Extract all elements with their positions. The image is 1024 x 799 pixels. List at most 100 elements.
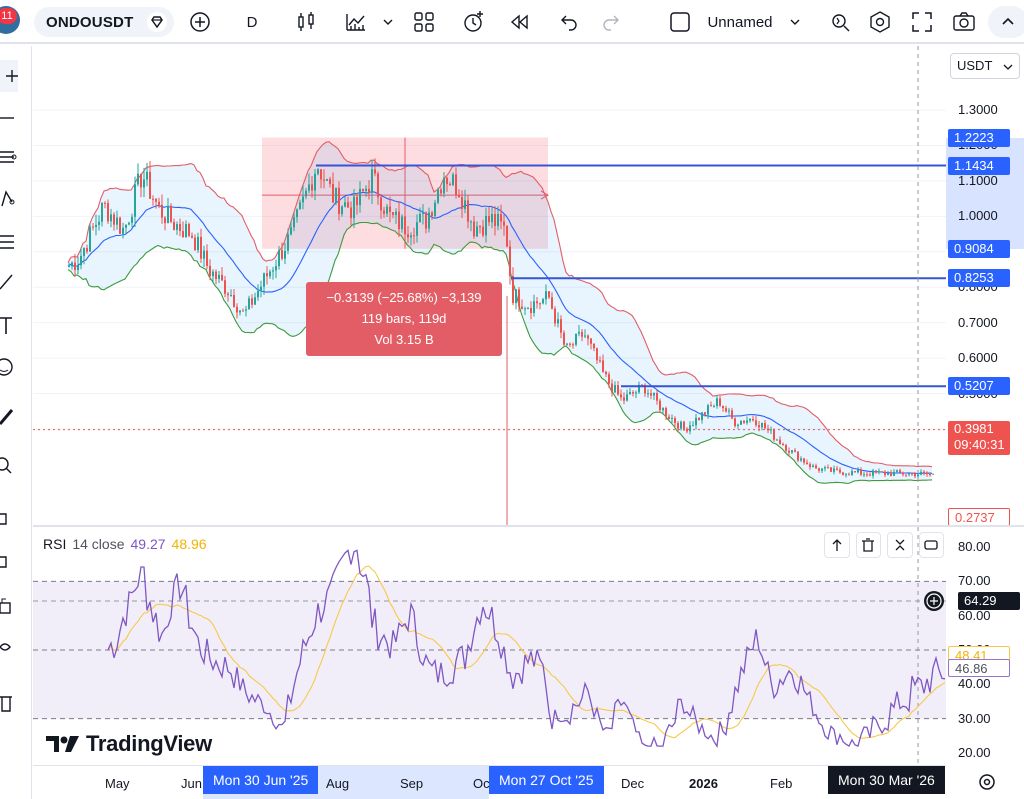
delete-pane-icon[interactable] [855, 532, 881, 558]
candle-body [563, 332, 565, 345]
candle-body [80, 255, 82, 266]
layout-checkbox-icon[interactable] [668, 8, 692, 36]
candle-body [818, 468, 820, 471]
candle-body [257, 290, 259, 298]
drawing-toolbar [0, 46, 32, 799]
candle-body [587, 335, 589, 339]
collapse-chevron-icon[interactable] [988, 6, 1024, 38]
candle-body [449, 184, 451, 186]
maximize-pane-icon[interactable] [918, 532, 944, 558]
rsi-canvas[interactable] [33, 527, 946, 765]
candle-body [689, 425, 691, 432]
candle-body [485, 215, 487, 236]
candle-body [848, 474, 850, 476]
stay-drawing-icon[interactable] [0, 551, 20, 573]
trash-tool-icon[interactable] [0, 691, 20, 713]
hide-tool-icon[interactable] [0, 636, 20, 658]
candle-body [770, 429, 772, 431]
candle-body [497, 214, 499, 227]
candle-body [839, 469, 841, 473]
candle-body [95, 224, 97, 227]
candle-body [512, 275, 514, 304]
pattern-tool-icon[interactable] [0, 188, 20, 210]
candle-body [398, 211, 400, 230]
candle-body [758, 425, 760, 428]
add-symbol-icon[interactable] [186, 8, 214, 36]
candle-body [890, 472, 892, 476]
quick-search-icon[interactable] [826, 8, 854, 36]
indicators-icon[interactable] [342, 8, 370, 36]
candle-body [380, 197, 382, 211]
gear-icon[interactable] [975, 770, 999, 794]
price-axis[interactable]: 1.30001.20001.10001.00000.90000.80000.70… [946, 46, 1024, 526]
rsi-tick: 80.00 [958, 539, 991, 554]
crosshair-tool-icon[interactable] [0, 60, 18, 92]
tv-logo-icon [46, 736, 79, 752]
candle-body [275, 266, 277, 271]
candle-body [104, 202, 106, 204]
fullscreen-icon[interactable] [908, 8, 936, 36]
candle-body [260, 286, 262, 291]
emoji-tool-icon[interactable] [0, 356, 20, 378]
candle-body [503, 221, 505, 226]
move-pane-up-icon[interactable] [824, 532, 850, 558]
time-label: Mon 27 Oct '25 [489, 766, 604, 794]
candle-body [206, 250, 208, 266]
replay-icon[interactable] [505, 8, 533, 36]
candle-body [215, 271, 217, 279]
candle-body [293, 217, 295, 228]
alert-clock-icon[interactable] [460, 8, 488, 36]
candle-body [269, 271, 271, 277]
ruler-tool-icon[interactable] [0, 406, 20, 428]
fib-tool-icon[interactable] [0, 146, 20, 168]
rsi-legend[interactable]: RSI 14 close 49.27 48.96 [43, 536, 207, 552]
candle-body [548, 291, 550, 298]
tradingview-app: 11 ONDOUSDT D Unnamed −0.3139 (−25.68%) … [0, 0, 1024, 799]
candle-body [239, 310, 241, 313]
price-tick: 1.1000 [958, 172, 998, 188]
candles-icon[interactable] [292, 8, 320, 36]
candle-body [74, 262, 76, 271]
lock-tool-icon[interactable] [0, 594, 20, 616]
price-tick: 0.6000 [958, 350, 998, 366]
candle-body [437, 189, 439, 203]
prediction-tool-icon[interactable] [0, 231, 20, 253]
text-tool-icon[interactable] [0, 314, 20, 336]
candle-body [686, 428, 688, 432]
candle-body [863, 474, 865, 476]
camera-icon[interactable] [950, 8, 978, 36]
collapse-pane-icon[interactable] [887, 532, 913, 558]
candle-body [743, 420, 745, 423]
currency-selector[interactable]: USDT [950, 53, 1020, 79]
candle-body [755, 420, 757, 426]
layout-name[interactable]: Unnamed [700, 8, 780, 36]
tradingview-logo[interactable]: TradingView [46, 731, 212, 757]
price-label: 0.5207 [948, 377, 1010, 396]
user-avatar[interactable]: 11 [0, 6, 20, 34]
rsi-pane[interactable] [33, 527, 946, 765]
layout-grid-icon[interactable] [410, 8, 438, 36]
chevron-down-icon[interactable] [380, 8, 396, 36]
candle-body [860, 469, 862, 475]
undo-icon[interactable] [556, 8, 582, 36]
candle-body [326, 178, 328, 181]
candle-body [665, 408, 667, 417]
candle-body [806, 462, 808, 465]
settings-hexagon-icon[interactable] [866, 8, 894, 36]
magnet-tool-icon[interactable] [0, 508, 20, 530]
add-alert-icon[interactable] [924, 590, 944, 611]
layout-chevron-down-icon[interactable] [787, 8, 803, 36]
symbol-search-button[interactable]: ONDOUSDT [34, 7, 174, 37]
candle-body [710, 405, 712, 407]
zoom-tool-icon[interactable] [0, 454, 20, 476]
rsi-axis[interactable]: 80.0070.0060.0050.0040.0030.0020.0064.29… [924, 527, 1024, 765]
candle-body [539, 303, 541, 305]
brush-tool-icon[interactable] [0, 271, 20, 293]
price-label: 0.2737 [948, 508, 1010, 526]
time-axis[interactable]: May Jun Aug Sep Oc Dec 2026 Feb Mon 30 Jun '25 Mo… [33, 765, 946, 799]
candle-body [608, 374, 610, 384]
trend-line-tool-icon[interactable] [0, 106, 20, 128]
redo-icon[interactable] [598, 8, 624, 36]
candle-body [635, 392, 637, 394]
interval-button[interactable]: D [242, 8, 262, 36]
